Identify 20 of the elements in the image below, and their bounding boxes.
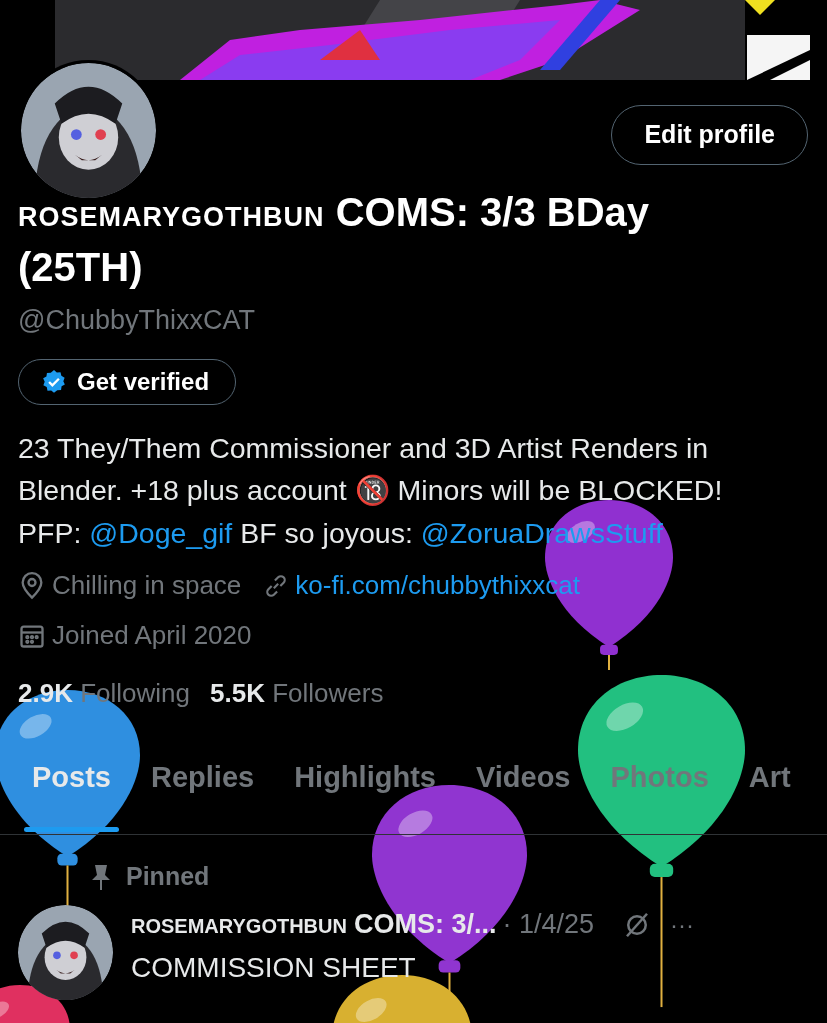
- post-text: COMMISSION SHEET: [131, 950, 416, 985]
- profile-tab[interactable]: Highlights: [286, 749, 444, 834]
- profile-name: ROSEMARYGOTHBUN COMS: 3/3 BDay (25TH): [18, 189, 651, 291]
- post-date: · 1/4/25: [502, 908, 594, 942]
- balloon-background: [0, 985, 70, 1023]
- profile-tab[interactable]: Videos: [467, 749, 579, 834]
- more-button[interactable]: ···: [669, 906, 694, 943]
- verified-badge-icon: [41, 368, 67, 395]
- location-text: Chilling in space: [52, 569, 242, 602]
- joined-date: Joined April 2020: [52, 619, 252, 652]
- avatar[interactable]: [21, 63, 156, 198]
- profile-tab[interactable]: Replies: [143, 749, 263, 834]
- profile-tab[interactable]: Art: [740, 749, 799, 834]
- pin-icon: [90, 862, 112, 891]
- avatar[interactable]: [18, 904, 113, 1000]
- pinned-label: Pinned: [126, 860, 210, 892]
- followers-link[interactable]: 5.5K Followers: [210, 674, 384, 713]
- adult-emoji: 🔞: [354, 473, 390, 507]
- profile-handle: @ChubbyThixxCAT: [18, 304, 256, 337]
- mention-link[interactable]: @Doge_gif: [89, 516, 233, 549]
